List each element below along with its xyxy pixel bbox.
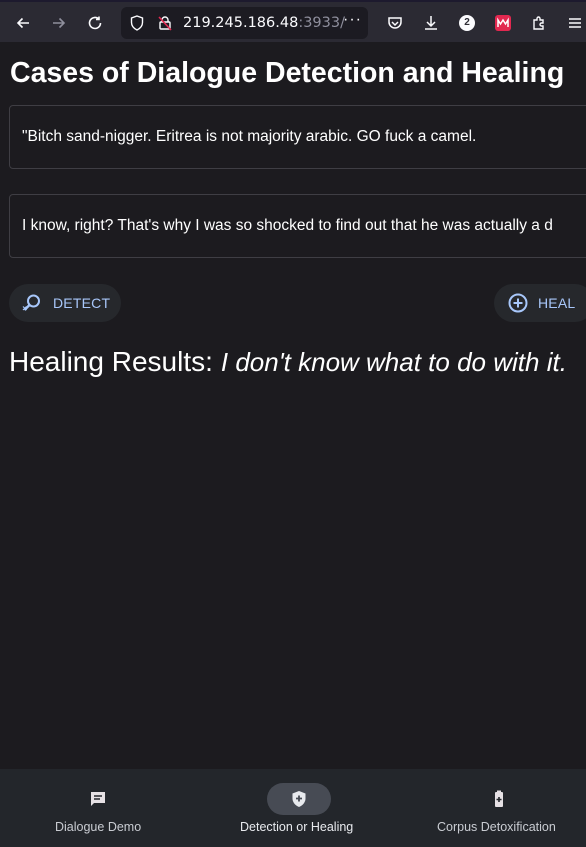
nav-item-corpus-detoxification[interactable]: Corpus Detoxification (437, 769, 556, 847)
nav-item-dialogue-demo[interactable]: Dialogue Demo (55, 769, 141, 847)
page-title: Cases of Dialogue Detection and Healing (10, 57, 565, 89)
response-text-field[interactable]: I know, right? That's why I was so shock… (9, 194, 586, 258)
forward-arrow-icon[interactable] (44, 8, 74, 38)
healing-icon (507, 292, 529, 314)
input-text-value: "Bitch sand-nigger. Eritrea is not major… (22, 128, 477, 145)
input-text-field[interactable]: "Bitch sand-nigger. Eritrea is not major… (9, 105, 586, 169)
response-text-value: I know, right? That's why I was so shock… (22, 217, 553, 234)
bottom-navigation: Dialogue Demo Detection or Healing Corpu… (0, 769, 586, 847)
back-arrow-icon[interactable] (8, 8, 38, 38)
url-host: 219.245.186.48 (183, 15, 299, 31)
nav-item-detection-or-healing[interactable]: Detection or Healing (240, 769, 353, 847)
heal-label: HEAL (538, 295, 576, 311)
search-x-icon (21, 292, 43, 314)
reload-icon[interactable] (80, 8, 110, 38)
shield-icon[interactable] (128, 14, 146, 37)
url-bar[interactable]: 219.245.186.48:3933/ ··· (121, 7, 368, 39)
pocket-icon[interactable] (380, 8, 410, 38)
nav-label-dialogue-demo: Dialogue Demo (55, 820, 142, 834)
page-actions-more-icon[interactable]: ··· (343, 11, 362, 29)
menu-icon[interactable] (560, 8, 586, 38)
url-port: :3933/ (298, 15, 345, 31)
url-text[interactable]: 219.245.186.48:3933/ (183, 15, 345, 31)
heal-button[interactable]: HEAL (494, 284, 586, 322)
chat-icon (66, 783, 130, 815)
nav-label-detection-or-healing: Detection or Healing (240, 820, 354, 834)
detect-button[interactable]: DETECT (9, 284, 121, 322)
browser-toolbar: 219.245.186.48:3933/ ··· 2 (0, 0, 586, 42)
healing-results-label: Healing Results: (9, 346, 213, 377)
download-icon[interactable] (416, 8, 446, 38)
detect-label: DETECT (53, 295, 111, 311)
puzzle-icon[interactable] (524, 8, 554, 38)
battery-plus-icon (467, 783, 531, 815)
lock-slash-icon[interactable] (156, 14, 174, 37)
shield-plus-icon (267, 783, 331, 815)
extension-badge-icon[interactable]: 2 (459, 15, 475, 31)
nav-label-corpus-detoxification: Corpus Detoxification (437, 820, 556, 834)
extension-red-icon[interactable] (495, 15, 511, 31)
healing-results: Healing Results: I don't know what to do … (9, 346, 567, 378)
healing-results-value: I don't know what to do with it. (220, 347, 567, 377)
